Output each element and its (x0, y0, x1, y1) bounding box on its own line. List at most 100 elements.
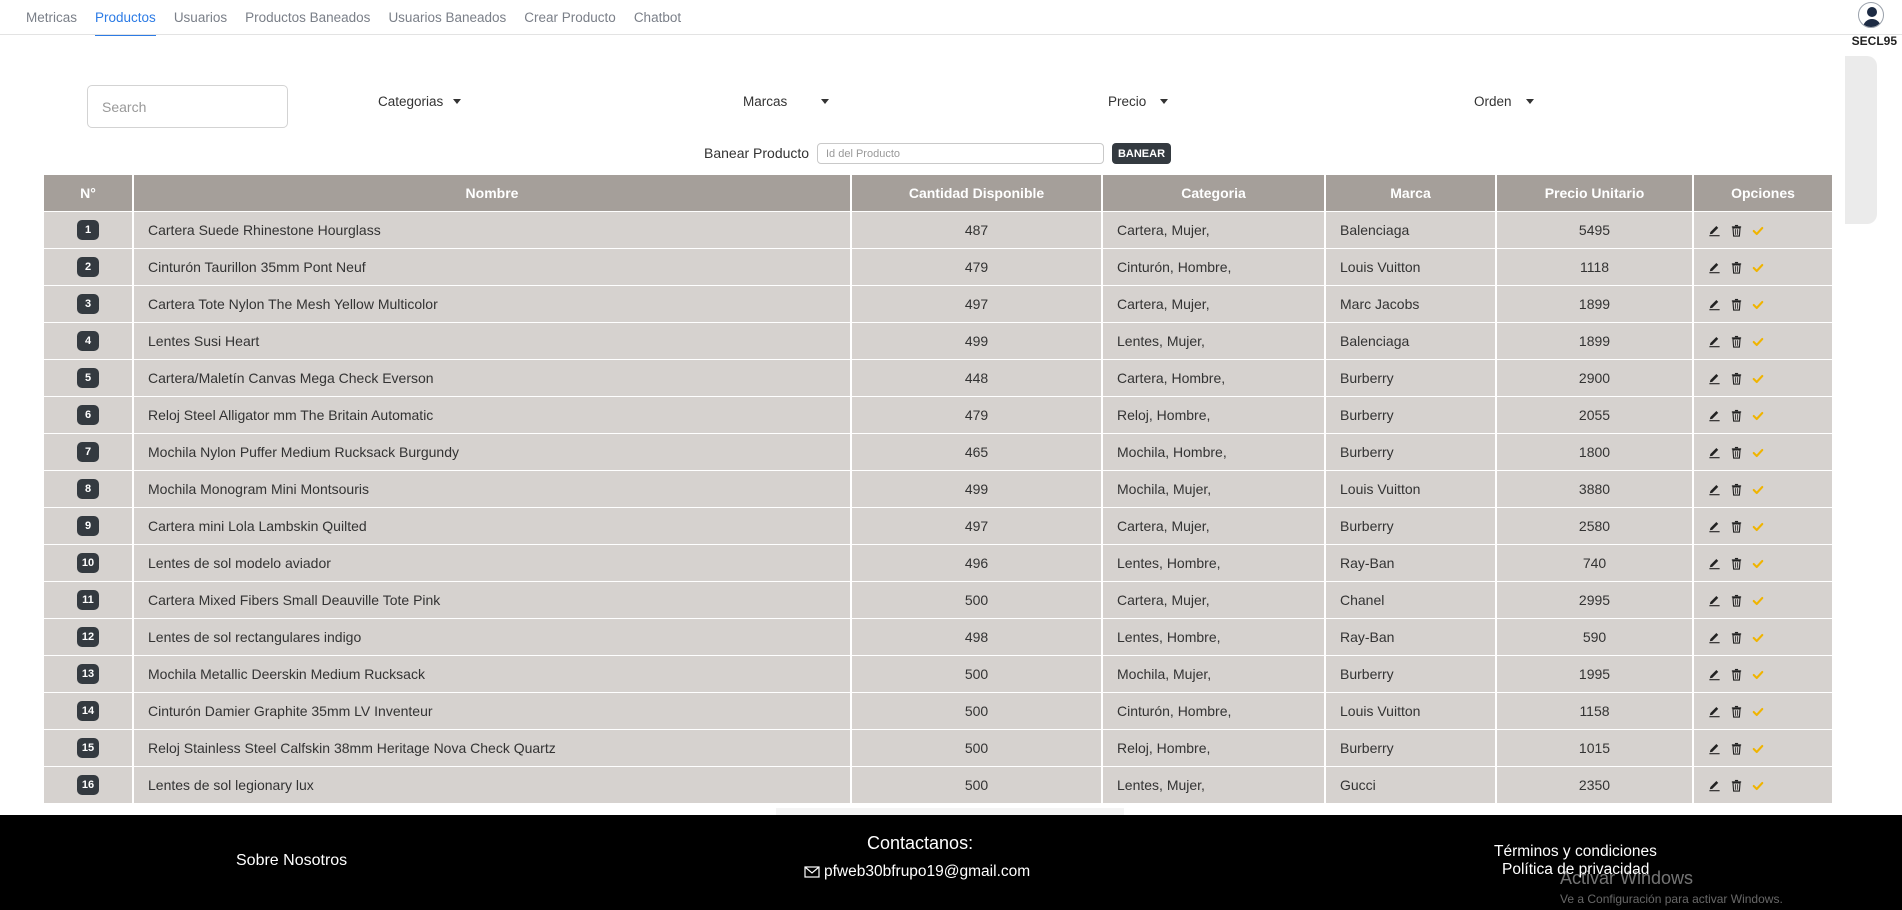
edit-button[interactable] (1708, 742, 1722, 756)
edit-button[interactable] (1708, 335, 1722, 349)
ban-button[interactable]: BANEAR (1112, 143, 1171, 164)
cell-opciones (1693, 654, 1832, 692)
edit-icon (1708, 668, 1721, 684)
approve-button[interactable] (1752, 520, 1766, 534)
avatar[interactable] (1858, 2, 1884, 28)
edit-button[interactable] (1708, 557, 1722, 571)
about-link[interactable]: Sobre Nosotros (236, 852, 347, 870)
delete-button[interactable] (1730, 409, 1744, 423)
approve-button[interactable] (1752, 298, 1766, 312)
edit-button[interactable] (1708, 631, 1722, 645)
edit-button[interactable] (1708, 409, 1722, 423)
categorias-label: Categorias (378, 93, 444, 109)
trash-icon (1730, 779, 1743, 795)
delete-button[interactable] (1730, 779, 1744, 793)
approve-button[interactable] (1752, 224, 1766, 238)
search-input[interactable] (87, 85, 288, 128)
edit-icon (1708, 483, 1721, 499)
trash-icon (1730, 520, 1743, 536)
cell-opciones (1693, 617, 1832, 655)
delete-button[interactable] (1730, 261, 1744, 275)
marcas-label: Marcas (743, 93, 788, 109)
contact-email[interactable]: pfweb30bfrupo19@gmail.com (804, 863, 1030, 881)
edit-button[interactable] (1708, 520, 1722, 534)
row-number-badge: 9 (77, 515, 99, 536)
cell-nombre: Cartera Suede Rhinestone Hourglass (133, 210, 852, 248)
delete-button[interactable] (1730, 446, 1744, 460)
edit-button[interactable] (1708, 705, 1722, 719)
delete-button[interactable] (1730, 483, 1744, 497)
cell-marca: Gucci (1325, 765, 1497, 803)
tab-usuarios[interactable]: Usuarios (165, 0, 236, 35)
orden-dropdown[interactable]: Orden (1474, 91, 1534, 111)
approve-button[interactable] (1752, 335, 1766, 349)
delete-button[interactable] (1730, 742, 1744, 756)
edit-button[interactable] (1708, 668, 1722, 682)
edit-button[interactable] (1708, 594, 1722, 608)
edit-button[interactable] (1708, 298, 1722, 312)
trash-icon (1730, 446, 1743, 462)
approve-button[interactable] (1752, 446, 1766, 460)
cell-numero: 2 (44, 247, 134, 285)
delete-button[interactable] (1730, 631, 1744, 645)
delete-button[interactable] (1730, 668, 1744, 682)
products-table: N° Nombre Cantidad Disponible Categoria … (44, 175, 1832, 803)
ban-product-id-input[interactable] (817, 143, 1104, 164)
tab-usuarios-baneados[interactable]: Usuarios Baneados (379, 0, 515, 35)
cell-opciones (1693, 210, 1832, 248)
delete-button[interactable] (1730, 705, 1744, 719)
edit-button[interactable] (1708, 224, 1722, 238)
categorias-dropdown[interactable]: Categorias (378, 91, 462, 111)
edit-button[interactable] (1708, 446, 1722, 460)
email-text: pfweb30bfrupo19@gmail.com (824, 863, 1031, 880)
cell-opciones (1693, 358, 1832, 396)
tab-crear-producto[interactable]: Crear Producto (515, 0, 625, 35)
approve-button[interactable] (1752, 631, 1766, 645)
delete-button[interactable] (1730, 298, 1744, 312)
cell-cantidad: 465 (851, 432, 1103, 470)
delete-button[interactable] (1730, 335, 1744, 349)
approve-button[interactable] (1752, 409, 1766, 423)
edit-button[interactable] (1708, 779, 1722, 793)
check-icon (1752, 483, 1764, 499)
approve-button[interactable] (1752, 557, 1766, 571)
cell-nombre: Cartera Mixed Fibers Small Deauville Tot… (133, 580, 852, 618)
approve-button[interactable] (1752, 261, 1766, 275)
horizontal-scrollbar[interactable] (776, 808, 1124, 815)
footer: Sobre Nosotros Contactanos: pfweb30bfrup… (0, 815, 1902, 910)
tab-productos-baneados[interactable]: Productos Baneados (236, 0, 379, 35)
row-number-badge: 15 (77, 737, 99, 758)
cell-nombre: Lentes de sol legionary lux (133, 765, 852, 803)
delete-button[interactable] (1730, 224, 1744, 238)
delete-button[interactable] (1730, 372, 1744, 386)
approve-button[interactable] (1752, 779, 1766, 793)
table-row: 8 Mochila Monogram Mini Montsouris 499 Moch… (44, 469, 1832, 507)
edit-icon (1708, 742, 1721, 758)
check-icon (1752, 631, 1764, 647)
marcas-dropdown[interactable]: Marcas (743, 91, 830, 111)
delete-button[interactable] (1730, 557, 1744, 571)
edit-button[interactable] (1708, 483, 1722, 497)
avatar-head (1867, 7, 1877, 17)
approve-button[interactable] (1752, 742, 1766, 756)
delete-button[interactable] (1730, 594, 1744, 608)
cell-nombre: Cinturón Taurillon 35mm Pont Neuf (133, 247, 852, 285)
table-row: 2 Cinturón Taurillon 35mm Pont Neuf 479 Cin… (44, 247, 1832, 285)
cell-precio: 590 (1496, 617, 1694, 655)
approve-button[interactable] (1752, 705, 1766, 719)
tab-chatbot[interactable]: Chatbot (625, 0, 690, 35)
cell-opciones (1693, 506, 1832, 544)
tab-productos[interactable]: Productos (86, 0, 165, 36)
cell-marca: Ray-Ban (1325, 543, 1497, 581)
delete-button[interactable] (1730, 520, 1744, 534)
table-row: 12 Lentes de sol rectangulares indigo 498 L… (44, 617, 1832, 655)
terms-link[interactable]: Términos y condiciones (1494, 843, 1657, 861)
approve-button[interactable] (1752, 483, 1766, 497)
precio-dropdown[interactable]: Precio (1108, 91, 1169, 111)
edit-button[interactable] (1708, 372, 1722, 386)
tab-metricas[interactable]: Metricas (17, 0, 86, 35)
approve-button[interactable] (1752, 372, 1766, 386)
edit-button[interactable] (1708, 261, 1722, 275)
approve-button[interactable] (1752, 668, 1766, 682)
approve-button[interactable] (1752, 594, 1766, 608)
